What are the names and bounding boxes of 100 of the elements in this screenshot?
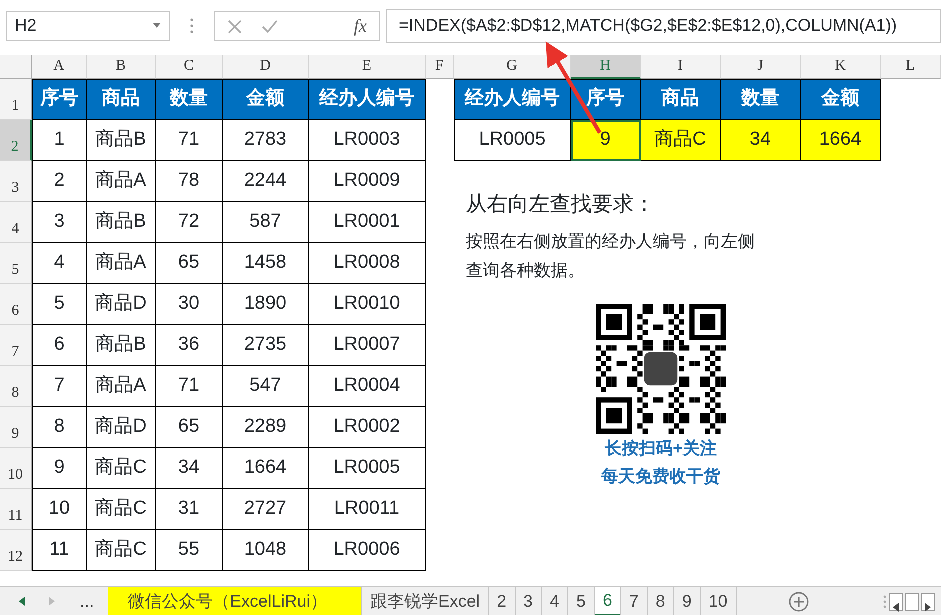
column-header[interactable]: A	[32, 55, 87, 79]
table-cell: 10	[32, 489, 87, 530]
table-cell: 11	[32, 530, 87, 571]
row-header[interactable]: 10	[0, 448, 32, 489]
table-cell[interactable]: 9	[571, 120, 641, 161]
table-cell: 8	[32, 407, 87, 448]
scroll-thumb[interactable]	[905, 592, 919, 610]
sheet-tab[interactable]: 7	[621, 587, 648, 615]
header-cell: 金额	[223, 79, 309, 120]
table-cell: 5	[32, 284, 87, 325]
table-cell: 4	[32, 243, 87, 284]
table-cell: 商品A	[87, 161, 156, 202]
name-box[interactable]: H2	[6, 10, 170, 40]
table-cell: 1048	[223, 530, 309, 571]
row-header[interactable]: 6	[0, 284, 32, 325]
sheet-tab[interactable]: 8	[648, 587, 674, 615]
row-header[interactable]: 3	[0, 161, 32, 202]
table-cell: 65	[156, 243, 223, 284]
table-cell: LR0009	[309, 161, 426, 202]
table-cell: LR0003	[309, 120, 426, 161]
add-sheet-icon[interactable]	[788, 592, 809, 612]
column-header[interactable]: B	[87, 55, 156, 79]
table-cell: 1890	[223, 284, 309, 325]
table-cell: 34	[721, 120, 801, 161]
column-header[interactable]: I	[641, 55, 721, 79]
table-cell: 2735	[223, 325, 309, 366]
table-cell: 2727	[223, 489, 309, 530]
sheet-tab[interactable]: 9	[674, 587, 701, 615]
row-header[interactable]: 2	[0, 120, 32, 161]
table-cell: 9	[32, 448, 87, 489]
row-header[interactable]: 5	[0, 243, 32, 284]
row-header[interactable]: 8	[0, 366, 32, 407]
sheet-tab[interactable]: 微信公众号（ExcelLiRui）	[108, 587, 362, 615]
table-cell: 3	[32, 202, 87, 243]
scroll-left-button[interactable]	[889, 592, 903, 610]
column-header[interactable]: E	[309, 55, 426, 79]
scroll-right-icon	[925, 602, 931, 612]
row-header[interactable]: 12	[0, 530, 32, 571]
column-header[interactable]: J	[721, 55, 801, 79]
table-cell: 31	[156, 489, 223, 530]
column-header[interactable]: G	[454, 55, 571, 79]
header-cell: 经办人编号	[454, 79, 571, 120]
select-all-corner[interactable]	[0, 55, 32, 79]
qr-caption: 每天免费收干货	[602, 466, 720, 488]
table-cell: 65	[156, 407, 223, 448]
row-header[interactable]: 4	[0, 202, 32, 243]
table-cell: LR0004	[309, 366, 426, 407]
scroll-right-button[interactable]	[921, 592, 935, 610]
note-text: 按照在右侧放置的经办人编号，向左侧查询各种数据。	[466, 230, 756, 282]
sheet-tab[interactable]: 2	[489, 587, 516, 615]
header-cell: 序号	[32, 79, 87, 120]
column-header[interactable]: C	[156, 55, 223, 79]
table-cell: 36	[156, 325, 223, 366]
table-cell: 商品A	[87, 243, 156, 284]
row-header[interactable]: 11	[0, 489, 32, 530]
table-cell: LR0002	[309, 407, 426, 448]
table-cell: 7	[32, 366, 87, 407]
insert-function-button[interactable]: fx	[354, 16, 367, 34]
header-cell: 金额	[801, 79, 881, 120]
header-cell: 数量	[156, 79, 223, 120]
row-header[interactable]: 7	[0, 325, 32, 366]
column-header[interactable]: F	[426, 55, 454, 79]
table-cell: 1458	[223, 243, 309, 284]
table-cell: LR0010	[309, 284, 426, 325]
row-header[interactable]: 9	[0, 407, 32, 448]
table-cell: 1	[32, 120, 87, 161]
qr-caption: 长按扫码+关注	[605, 438, 717, 460]
table-cell: 34	[156, 448, 223, 489]
table-cell: LR0011	[309, 489, 426, 530]
split-handle-icon[interactable]	[883, 594, 887, 608]
table-cell: 商品B	[87, 120, 156, 161]
table-cell: 1664	[801, 120, 881, 161]
sheet-tab[interactable]: 10	[700, 587, 737, 615]
drag-handle-icon[interactable]	[190, 18, 194, 34]
header-cell: 数量	[721, 79, 801, 120]
column-header[interactable]: K	[801, 55, 881, 79]
column-header[interactable]: L	[881, 55, 941, 79]
header-cell: 商品	[641, 79, 721, 120]
table-cell: LR0008	[309, 243, 426, 284]
more-sheets-button[interactable]: ...	[60, 587, 108, 615]
sheet-tab[interactable]: 3	[516, 587, 542, 615]
table-cell: 72	[156, 202, 223, 243]
table-cell: 2289	[223, 407, 309, 448]
sheet-tab[interactable]: 跟李锐学Excel	[362, 587, 490, 615]
table-cell: 547	[223, 366, 309, 407]
table-cell: 商品B	[87, 202, 156, 243]
table-cell: 78	[156, 161, 223, 202]
sheet-tab[interactable]: 6	[594, 587, 622, 615]
sheet-tab[interactable]: 4	[542, 587, 568, 615]
column-header[interactable]: D	[223, 55, 309, 79]
header-cell: 经办人编号	[309, 79, 426, 120]
table-cell: 商品C	[87, 489, 156, 530]
table-cell: 商品C	[87, 530, 156, 571]
formula-field[interactable]: =INDEX($A$2:$D$12,MATCH($G2,$E$2:$E$12,0),COLUMN(A1))	[386, 8, 941, 42]
table-cell: 2244	[223, 161, 309, 202]
column-header[interactable]: H	[571, 55, 641, 79]
table-cell: LR0006	[309, 530, 426, 571]
table-cell: 1664	[223, 448, 309, 489]
row-header[interactable]: 1	[0, 79, 32, 120]
table-cell: 30	[156, 284, 223, 325]
